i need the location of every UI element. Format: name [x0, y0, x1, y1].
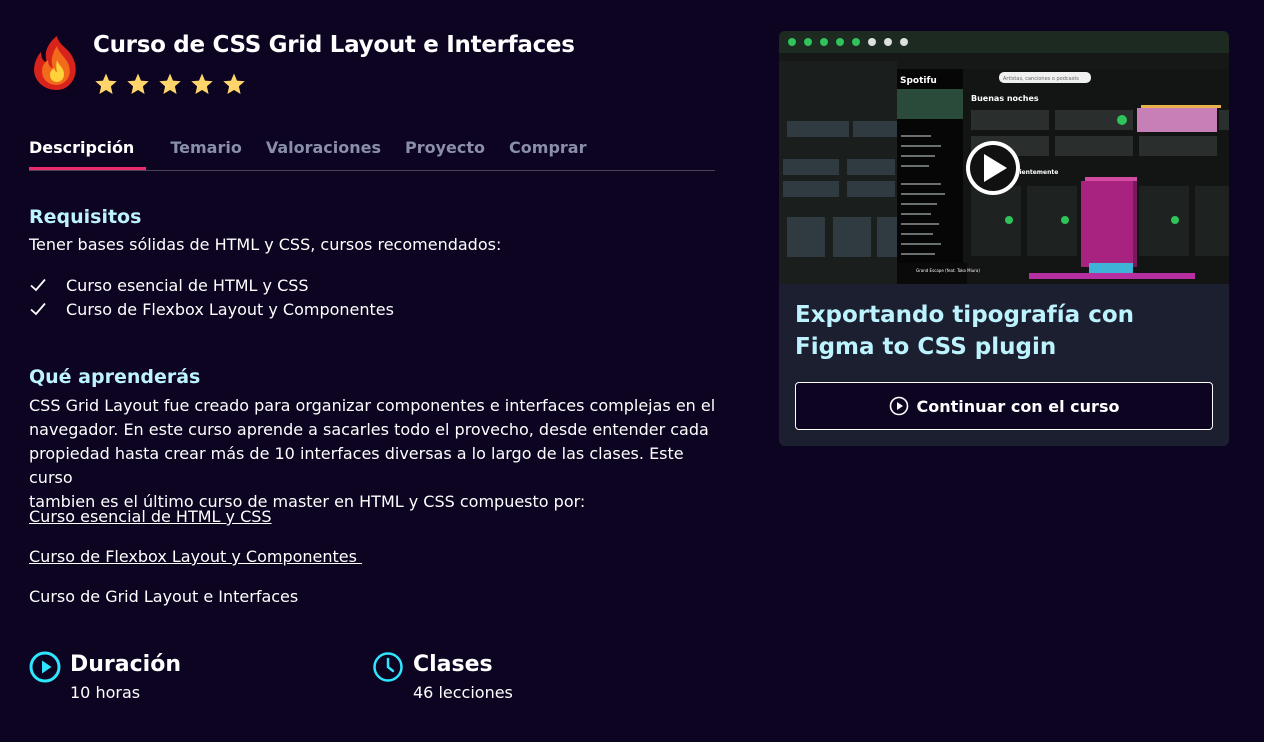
list-item: Curso esencial de HTML y CSS	[29, 273, 394, 297]
requirement-label: Curso de Flexbox Layout y Componentes	[66, 299, 394, 319]
thumbnail-greeting: Buenas noches	[971, 94, 1039, 103]
star-icon	[223, 73, 245, 94]
requirements-heading: Requisitos	[29, 206, 142, 228]
star-icon	[159, 73, 181, 94]
description-line: navegador. En este curso aprende a sacar…	[29, 420, 709, 439]
description-line: propiedad hasta crear más de 10 interfac…	[29, 444, 684, 487]
requirements-list: Curso esencial de HTML y CSS Curso de Fl…	[29, 273, 394, 321]
course-tabs: Descripción Temario Valoraciones Proyect…	[29, 136, 715, 171]
classes-stat: Clases 46 lecciones	[372, 650, 513, 706]
tab-temario[interactable]: Temario	[170, 136, 241, 170]
tab-descripcion[interactable]: Descripción	[29, 136, 147, 170]
star-icon	[127, 73, 149, 94]
link-flexbox-course[interactable]: Curso de Flexbox Layout y Componentes	[29, 547, 362, 566]
thumbnail-app-name: Spotifu	[900, 76, 937, 86]
requirements-intro: Tener bases sólidas de HTML y CSS, curso…	[29, 235, 502, 254]
check-icon	[30, 302, 46, 316]
clock-icon	[373, 652, 403, 682]
video-thumbnail[interactable]: Spotifu Artistas, canciones o podcasts B…	[779, 31, 1229, 284]
rating-stars	[94, 72, 246, 96]
tab-comprar[interactable]: Comprar	[509, 136, 586, 170]
continue-course-button[interactable]: Continuar con el curso	[795, 382, 1213, 430]
star-icon	[191, 73, 213, 94]
description-line: CSS Grid Layout fue creado para organiza…	[29, 396, 716, 415]
fire-icon	[34, 36, 76, 90]
classes-value: 46 lecciones	[413, 683, 513, 702]
check-icon	[30, 278, 46, 292]
duration-value: 10 horas	[70, 683, 141, 702]
learn-heading: Qué aprenderás	[29, 366, 201, 388]
thumbnail-now-playing: Grand Escape (feat. Toko Miura)	[916, 268, 980, 273]
thumbnail-screenshot: Spotifu Artistas, canciones o podcasts B…	[779, 31, 1229, 284]
continue-button-label: Continuar con el curso	[916, 396, 1120, 416]
current-course-label: Curso de Grid Layout e Interfaces	[29, 587, 299, 606]
play-circle-icon	[889, 396, 908, 416]
play-circle-icon	[29, 651, 61, 683]
duration-label: Duración	[70, 652, 181, 677]
course-card: Spotifu Artistas, canciones o podcasts B…	[779, 31, 1229, 446]
list-item: Curso de Flexbox Layout y Componentes	[29, 297, 394, 321]
requirement-label: Curso esencial de HTML y CSS	[66, 275, 309, 295]
duration-stat: Duración 10 horas	[29, 650, 181, 706]
tab-proyecto[interactable]: Proyecto	[405, 136, 485, 170]
learn-description: CSS Grid Layout fue creado para organiza…	[29, 394, 729, 514]
classes-label: Clases	[413, 652, 493, 677]
tab-valoraciones[interactable]: Valoraciones	[266, 136, 381, 170]
lesson-title: Exportando tipografía con Figma to CSS p…	[795, 302, 1135, 360]
link-html-css-course[interactable]: Curso esencial de HTML y CSS	[29, 507, 272, 526]
thumbnail-search: Artistas, canciones o podcasts	[1003, 76, 1079, 82]
course-logo	[29, 34, 85, 92]
course-title: Curso de CSS Grid Layout e Interfaces	[93, 32, 575, 58]
star-icon	[95, 73, 117, 94]
